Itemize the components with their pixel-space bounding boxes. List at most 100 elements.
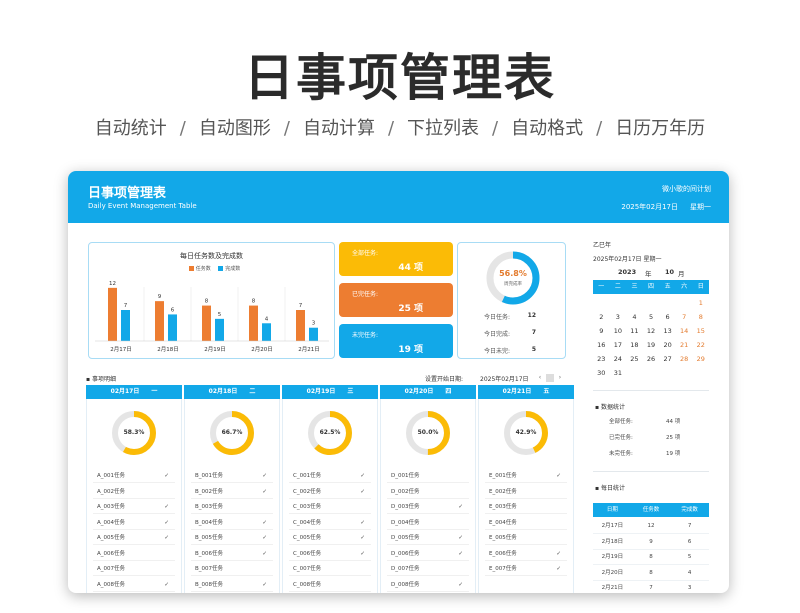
year-select[interactable]: 2023 xyxy=(618,268,636,276)
task-item[interactable]: E_002任务 xyxy=(489,487,561,497)
calendar-day[interactable]: 30 xyxy=(593,366,610,380)
task-item[interactable]: D_005任务 ✓ xyxy=(391,533,463,543)
calendar-day[interactable]: 12 xyxy=(643,324,660,338)
calendar-day[interactable]: 29 xyxy=(692,352,709,366)
task-item[interactable]: A_001任务 ✓ xyxy=(97,471,169,481)
calendar-day[interactable]: 27 xyxy=(659,352,676,366)
task-item[interactable]: A_006任务 xyxy=(97,549,169,559)
task-item[interactable]: D_006任务 ✓ xyxy=(391,549,463,559)
task-check-icon[interactable]: ✓ xyxy=(262,549,267,559)
task-item[interactable]: E_006任务 ✓ xyxy=(489,549,561,559)
calendar-day[interactable]: 5 xyxy=(643,310,660,324)
task-item[interactable]: E_004任务 xyxy=(489,518,561,528)
calendar-day[interactable]: 13 xyxy=(659,324,676,338)
task-check-icon[interactable]: ✓ xyxy=(556,471,561,481)
task-item[interactable]: C_002任务 ✓ xyxy=(293,487,365,497)
task-item[interactable]: C_007任务 xyxy=(293,564,365,574)
task-item[interactable]: C_008任务 xyxy=(293,580,365,590)
task-item[interactable]: A_005任务 ✓ xyxy=(97,533,169,543)
task-item[interactable]: A_002任务 xyxy=(97,487,169,497)
calendar-day[interactable]: 21 xyxy=(676,338,693,352)
calendar-day[interactable]: 6 xyxy=(659,310,676,324)
task-item[interactable]: B_005任务 ✓ xyxy=(195,533,267,543)
task-check-icon[interactable]: ✓ xyxy=(262,580,267,590)
calendar-day[interactable]: 9 xyxy=(593,324,610,338)
task-check-icon[interactable]: ✓ xyxy=(360,487,365,497)
calendar-day[interactable]: 28 xyxy=(676,352,693,366)
task-check-icon[interactable]: ✓ xyxy=(360,518,365,528)
task-item[interactable]: D_007任务 xyxy=(391,564,463,574)
task-item[interactable]: A_007任务 xyxy=(97,564,169,574)
task-check-icon[interactable]: ✓ xyxy=(360,549,365,559)
task-check-icon[interactable]: ✓ xyxy=(360,471,365,481)
task-item[interactable]: A_008任务 ✓ xyxy=(97,580,169,590)
task-item[interactable]: D_004任务 xyxy=(391,518,463,528)
task-check-icon[interactable]: ✓ xyxy=(556,564,561,574)
task-check-icon[interactable]: ✓ xyxy=(164,580,169,590)
calendar-day[interactable]: 31 xyxy=(610,366,627,380)
task-item[interactable]: C_001任务 ✓ xyxy=(293,471,365,481)
calendar-day[interactable]: 25 xyxy=(626,352,643,366)
task-item[interactable]: B_003任务 xyxy=(195,502,267,512)
calendar-day[interactable]: 14 xyxy=(676,324,693,338)
task-check-icon[interactable]: ✓ xyxy=(458,502,463,512)
calendar-day[interactable]: 4 xyxy=(626,310,643,324)
calendar-day[interactable]: 18 xyxy=(626,338,643,352)
calendar-day[interactable]: 1 xyxy=(692,296,709,310)
calendar-day[interactable]: 19 xyxy=(643,338,660,352)
task-item[interactable]: B_002任务 ✓ xyxy=(195,487,267,497)
calendar-day[interactable]: 16 xyxy=(593,338,610,352)
task-item[interactable]: D_001任务 xyxy=(391,471,463,481)
task-item[interactable]: B_001任务 ✓ xyxy=(195,471,267,481)
task-item[interactable]: A_004任务 ✓ xyxy=(97,518,169,528)
task-item[interactable]: B_007任务 xyxy=(195,564,267,574)
task-check-icon[interactable]: ✓ xyxy=(360,533,365,543)
task-item[interactable]: E_005任务 xyxy=(489,533,561,543)
next-arrow-icon[interactable]: › xyxy=(556,374,564,382)
task-item[interactable]: B_004任务 ✓ xyxy=(195,518,267,528)
scroll-thumb[interactable] xyxy=(546,374,554,382)
task-check-icon[interactable]: ✓ xyxy=(458,580,463,590)
task-item[interactable]: C_006任务 ✓ xyxy=(293,549,365,559)
task-check-icon[interactable]: ✓ xyxy=(164,518,169,528)
task-item[interactable]: E_003任务 xyxy=(489,502,561,512)
task-item[interactable]: B_006任务 ✓ xyxy=(195,549,267,559)
task-check-icon[interactable]: ✓ xyxy=(164,502,169,512)
month-select[interactable]: 10 xyxy=(665,268,674,276)
task-check-icon[interactable]: ✓ xyxy=(556,549,561,559)
start-date-value[interactable]: 2025年02月17日 xyxy=(480,374,529,383)
task-check-icon[interactable]: ✓ xyxy=(262,487,267,497)
calendar-day[interactable]: 24 xyxy=(610,352,627,366)
task-check-icon[interactable]: ✓ xyxy=(458,549,463,559)
calendar-day[interactable]: 3 xyxy=(610,310,627,324)
task-check-icon[interactable]: ✓ xyxy=(164,533,169,543)
day-weekday: 三 xyxy=(347,388,354,395)
calendar-day[interactable]: 26 xyxy=(643,352,660,366)
calendar-day[interactable]: 20 xyxy=(659,338,676,352)
task-item[interactable]: A_003任务 ✓ xyxy=(97,502,169,512)
task-item[interactable]: D_002任务 xyxy=(391,487,463,497)
task-item[interactable]: D_003任务 ✓ xyxy=(391,502,463,512)
task-check-icon[interactable]: ✓ xyxy=(262,471,267,481)
task-check-icon[interactable]: ✓ xyxy=(164,471,169,481)
calendar-day[interactable]: 17 xyxy=(610,338,627,352)
calendar-day[interactable]: 22 xyxy=(692,338,709,352)
task-item[interactable]: D_008任务 ✓ xyxy=(391,580,463,590)
task-item[interactable]: E_001任务 ✓ xyxy=(489,471,561,481)
task-item[interactable]: C_005任务 ✓ xyxy=(293,533,365,543)
calendar-day[interactable]: 2 xyxy=(593,310,610,324)
task-check-icon[interactable]: ✓ xyxy=(262,533,267,543)
calendar-day[interactable]: 11 xyxy=(626,324,643,338)
task-item[interactable]: B_008任务 ✓ xyxy=(195,580,267,590)
task-check-icon[interactable]: ✓ xyxy=(262,518,267,528)
task-item[interactable]: E_007任务 ✓ xyxy=(489,564,561,574)
calendar-day[interactable]: 8 xyxy=(692,310,709,324)
task-item[interactable]: C_004任务 ✓ xyxy=(293,518,365,528)
calendar-day[interactable]: 15 xyxy=(692,324,709,338)
calendar-day[interactable]: 10 xyxy=(610,324,627,338)
task-item[interactable]: C_003任务 xyxy=(293,502,365,512)
prev-arrow-icon[interactable]: ‹ xyxy=(536,374,544,382)
task-check-icon[interactable]: ✓ xyxy=(458,533,463,543)
calendar-day[interactable]: 23 xyxy=(593,352,610,366)
calendar-day[interactable]: 7 xyxy=(676,310,693,324)
